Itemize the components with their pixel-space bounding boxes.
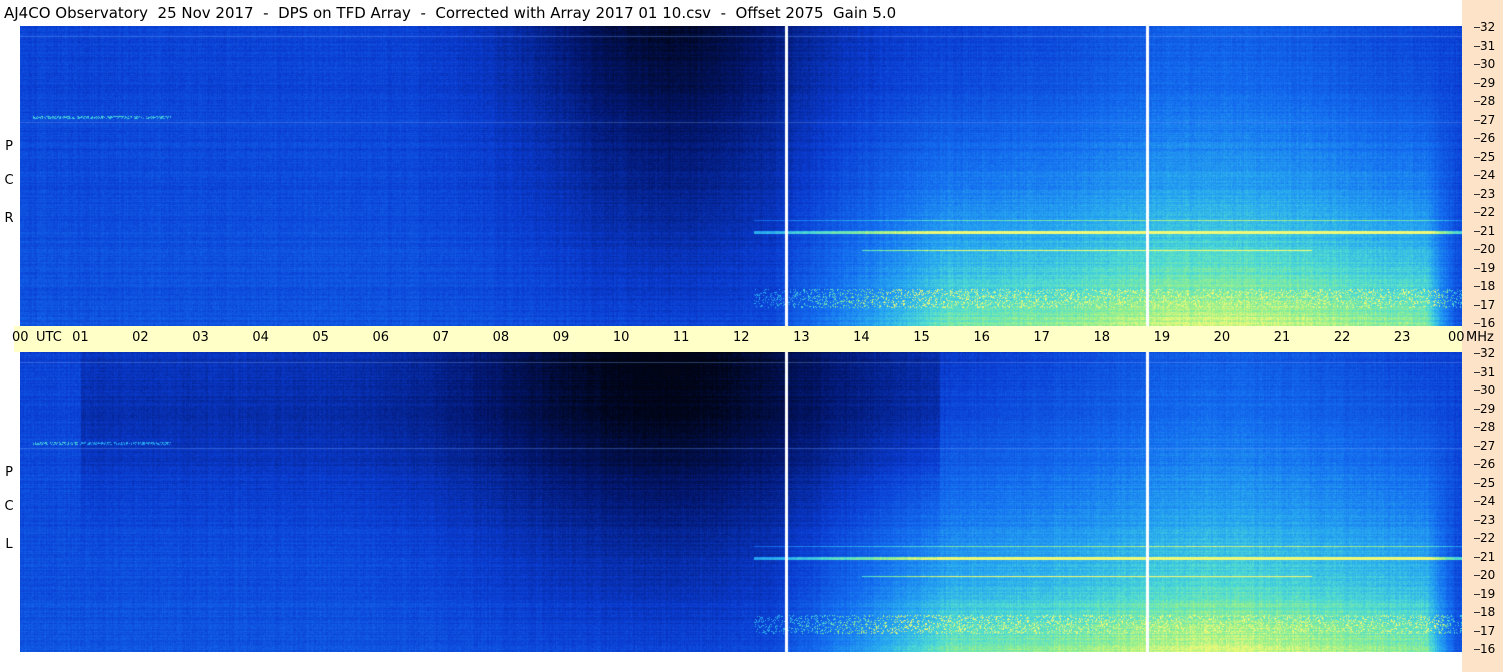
polarisation-letter: C	[4, 499, 14, 514]
spectrogram-rcp	[20, 26, 1462, 326]
frequency-tick-label: 24	[1473, 168, 1496, 182]
frequency-tick-label: 22	[1473, 205, 1496, 219]
time-tick-label: 12	[733, 330, 750, 345]
frequency-tick-label: 28	[1473, 420, 1496, 434]
time-tick-label: 02	[132, 330, 149, 345]
time-tick-label: 15	[913, 330, 930, 345]
frequency-tick-label: 28	[1473, 94, 1496, 108]
frequency-tick-label: 31	[1473, 364, 1496, 379]
frequency-tick-label: 26	[1473, 131, 1496, 145]
frequency-tick-label: 29	[1473, 401, 1496, 416]
spectrogram-lcp	[20, 352, 1462, 652]
polarisation-letter: L	[5, 537, 13, 552]
time-tick-label: 14	[853, 330, 870, 345]
time-unit-label: UTC	[36, 330, 62, 345]
lcp-label: L C P	[0, 352, 18, 652]
frequency-tick-label: 21	[1473, 223, 1496, 238]
time-axis: 00 01 02 03 04 05 06 07 08 09 10 11 12 13 14 15 16 17 18 19…	[12, 326, 1494, 352]
time-tick-label: 20	[1213, 330, 1231, 345]
time-tick-label: 00	[1448, 330, 1465, 345]
frequency-tick-label: 25	[1473, 149, 1496, 164]
time-tick-label: 01	[72, 330, 89, 345]
polarisation-letter: R	[4, 211, 14, 226]
frequency-tick-label: 23	[1473, 512, 1496, 527]
time-tick-label: 13	[793, 330, 810, 345]
time-tick-label: 23	[1393, 330, 1411, 345]
polarisation-letter: P	[5, 139, 13, 154]
frequency-tick-label: 21	[1473, 549, 1496, 564]
time-tick-label: 21	[1273, 330, 1291, 345]
frequency-tick-label: 30	[1473, 383, 1496, 397]
frequency-tick-label: 24	[1473, 494, 1496, 508]
frequency-tick-label: 29	[1473, 75, 1496, 90]
spectrogram-rcp-canvas	[20, 26, 1462, 326]
frequency-tick-label: 23	[1473, 186, 1496, 201]
frequency-tick-label: 27	[1473, 438, 1496, 453]
frequency-tick-label: 20	[1473, 242, 1496, 256]
frequency-tick-label: 19	[1473, 586, 1496, 601]
time-tick-label: 04	[252, 330, 269, 345]
time-tick-label: 10	[612, 330, 630, 345]
time-tick-label: 07	[432, 330, 450, 345]
frequency-tick-label: 16	[1473, 316, 1496, 330]
frequency-axis-rcp: 32 31 30 29 28 27 26 25 24 23 22 21 20 19 18 17 16	[1462, 20, 1503, 330]
frequency-tick-label: 17	[1473, 623, 1496, 638]
frequency-tick-label: 17	[1473, 297, 1496, 312]
time-tick-label: 19	[1153, 330, 1171, 345]
spectrogram-lcp-canvas	[20, 352, 1462, 652]
frequency-tick-label: 18	[1473, 279, 1496, 293]
time-tick-label: 08	[492, 330, 510, 345]
frequency-tick-label: 32	[1473, 346, 1496, 360]
frequency-tick-label: 18	[1473, 605, 1496, 619]
frequency-tick-label: 30	[1473, 57, 1496, 71]
time-tick-label: 16	[973, 330, 990, 345]
frequency-axis-lcp: 32 31 30 29 28 27 26 25 24 23 22 21 20 19 18 17 16	[1462, 346, 1503, 656]
frequency-tick-label: 22	[1473, 531, 1496, 545]
time-tick-label: 03	[192, 330, 209, 345]
chart-title: AJ4CO Observatory 25 Nov 2017 - DPS on T…	[4, 4, 897, 22]
time-tick-label: 18	[1093, 330, 1111, 345]
time-tick-label: 06	[372, 330, 390, 345]
frequency-tick-label: 27	[1473, 112, 1496, 127]
polarisation-letter: P	[5, 465, 13, 480]
frequency-tick-label: 25	[1473, 475, 1496, 490]
frequency-tick-label: 32	[1473, 20, 1496, 34]
frequency-tick-label: 16	[1473, 642, 1496, 656]
rcp-label: R C P	[0, 26, 18, 326]
frequency-tick-label: 20	[1473, 568, 1496, 582]
polarisation-letter: C	[4, 173, 14, 188]
time-tick-label: 22	[1333, 330, 1351, 345]
time-tick-label: 00	[12, 330, 29, 345]
time-tick-label: 09	[552, 330, 570, 345]
frequency-tick-label: 19	[1473, 260, 1496, 275]
time-tick-label: 17	[1033, 330, 1050, 345]
frequency-unit-label: MHz	[1466, 330, 1494, 345]
time-tick-label: 11	[672, 330, 690, 345]
time-tick-label: 05	[312, 330, 329, 345]
frequency-tick-label: 26	[1473, 457, 1496, 471]
frequency-tick-label: 31	[1473, 38, 1496, 53]
